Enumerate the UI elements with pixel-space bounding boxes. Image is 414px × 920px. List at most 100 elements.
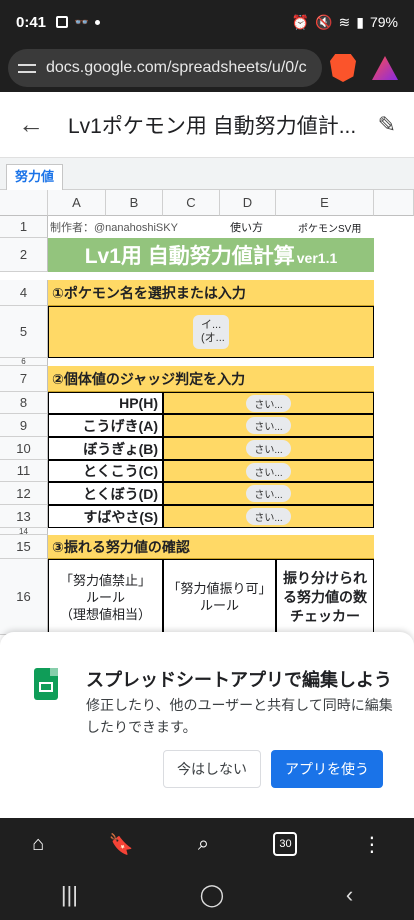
sheet-title-version: ver1.1 (296, 250, 338, 266)
battery-text: 79% (369, 14, 398, 30)
stat-value-sp-attack[interactable]: さい... (163, 460, 374, 482)
sheet-title: Lv1用 自動努力値計算 ver1.1 (48, 238, 374, 272)
sheets-app-icon (34, 668, 58, 700)
document-title: Lv1ポケモン用 自動努力値計... (68, 114, 357, 138)
stat-label-sp-defense: とくぼう(D) (48, 482, 163, 505)
row-header[interactable]: 9 (0, 414, 48, 437)
stat-value-defense[interactable]: さい... (163, 437, 374, 460)
ev-allowed-rule-box[interactable]: 「努力値振り可」 ルール (163, 559, 276, 635)
more-menu-icon[interactable]: ⋮ (362, 832, 382, 857)
row-header[interactable]: 15 (0, 535, 48, 559)
ev-checker-box[interactable]: 振り分けられる努力値の数チェッカー (276, 559, 374, 635)
url-text: docs.google.com/spreadsheets/u/0/c (46, 59, 307, 76)
version-label: ポケモンSV用 (298, 223, 362, 235)
notification-icons: 👓 (56, 15, 100, 29)
stat-label-defense: ぼうぎょ(B) (48, 437, 163, 460)
stat-value-speed[interactable]: さい... (163, 505, 374, 528)
browser-bottom-bar: ⌂ 🔖 ⌕ 30 ⋮ (0, 818, 414, 870)
browser-toolbar: docs.google.com/spreadsheets/u/0/c (0, 44, 414, 92)
col-header-d[interactable]: D (220, 190, 276, 216)
clock: 0:41 (16, 13, 47, 31)
pokemon-dropdown-chip[interactable]: イ...(オ... (193, 315, 229, 349)
status-bar: 0:41 👓 ⏰ 🔇 ≋ ▮ 79% (0, 0, 414, 44)
row-header[interactable]: 13 (0, 505, 48, 528)
tab-effort-values[interactable]: 努力値 (6, 164, 64, 190)
judge-dropdown-chip[interactable]: さい... (246, 440, 291, 457)
no-ev-rule-line1: 「努力値禁止」 (59, 572, 151, 588)
row-header[interactable]: 14 (0, 527, 48, 536)
col-header-c[interactable]: C (163, 190, 220, 216)
col-header-a[interactable]: A (48, 190, 106, 216)
spreadsheet-grid[interactable]: A B C D E 1 2 4 5 6 7 8 9 10 11 12 13 14… (0, 190, 414, 645)
step2-heading: ②個体値のジャッジ判定を入力 (48, 366, 374, 392)
edit-pencil-icon[interactable]: ✎ (378, 112, 396, 138)
no-ev-rule-line3: （理想値相当） (59, 606, 151, 622)
row-header[interactable]: 5 (0, 306, 48, 358)
wifi-icon: ≋ (338, 13, 351, 30)
signal-icon: ▮ (356, 13, 364, 30)
back-arrow-icon[interactable]: ← (18, 109, 50, 140)
recent-apps-icon[interactable]: ||| (61, 882, 78, 908)
banner-description: 修正したり、他のユーザーと共有して同時に編集したりできます。 (86, 697, 393, 735)
site-settings-icon[interactable] (18, 60, 36, 76)
judge-dropdown-chip[interactable]: さい... (246, 485, 291, 502)
alarm-icon: ⏰ (291, 13, 310, 30)
app-bar: ← Lv1ポケモン用 自動努力値計... ✎ (0, 92, 414, 158)
open-in-app-banner: スプレッドシートアプリで編集しよう 修正したり、他のユーザーと共有して同時に編集… (0, 632, 414, 818)
bookmark-icon[interactable]: 🔖 (109, 832, 134, 857)
judge-dropdown-chip[interactable]: さい... (246, 417, 291, 434)
ev-allowed-rule-line2: ルール (199, 598, 239, 613)
home-icon[interactable]: ⌂ (32, 833, 44, 856)
row-header[interactable]: 2 (0, 238, 48, 272)
author-cell[interactable]: 制作者：@nanahoshiSKY (50, 217, 200, 237)
step1-heading: ①ポケモン名を選択または入力 (48, 280, 374, 306)
ev-allowed-rule-line1: 「努力値振り可」 (167, 581, 272, 596)
url-field[interactable]: docs.google.com/spreadsheets/u/0/c (8, 49, 322, 87)
stat-label-hp: HP(H) (48, 392, 163, 414)
banner-title: スプレッドシートアプリで編集しよう (86, 670, 392, 690)
judge-dropdown-chip[interactable]: さい... (246, 508, 291, 525)
row-header[interactable]: 10 (0, 437, 48, 460)
system-navigation-bar: ||| ◯ ‹ (0, 870, 414, 920)
stat-value-hp[interactable]: さい... (163, 392, 374, 414)
tabs-button[interactable]: 30 (273, 832, 298, 856)
row-header[interactable]: 16 (0, 559, 48, 635)
corner-cell[interactable] (0, 190, 48, 216)
not-now-button[interactable]: 今はしない (163, 750, 261, 788)
row-header[interactable]: 6 (0, 357, 48, 366)
sheet-title-text: Lv1用 自動努力値計算 (84, 245, 295, 268)
col-header-f[interactable] (374, 190, 414, 216)
sheet-tabs: 努力値 (0, 158, 414, 190)
search-icon[interactable]: ⌕ (198, 833, 209, 856)
pokemon-select-cell[interactable]: イ...(オ... (48, 306, 374, 358)
dot-icon (94, 19, 100, 25)
row-header[interactable]: 8 (0, 392, 48, 414)
judge-dropdown-chip[interactable]: さい... (246, 394, 291, 412)
row-header[interactable]: 12 (0, 482, 48, 505)
brave-rewards-icon[interactable] (372, 56, 398, 80)
row-header[interactable]: 7 (0, 366, 48, 392)
back-icon[interactable]: ‹ (346, 882, 353, 908)
stat-label-attack: こうげき(A) (48, 414, 163, 437)
no-ev-rule-box[interactable]: 「努力値禁止」 ルール （理想値相当） (48, 559, 163, 635)
row-header[interactable]: 1 (0, 216, 48, 238)
row-header[interactable]: 11 (0, 460, 48, 482)
no-ev-rule-line2: ルール (85, 589, 125, 605)
brave-shields-icon[interactable] (330, 54, 356, 82)
stat-value-attack[interactable]: さい... (163, 414, 374, 437)
system-icons: ⏰ 🔇 ≋ ▮ 79% (292, 14, 398, 31)
col-header-b[interactable]: B (106, 190, 163, 216)
stat-value-sp-defense[interactable]: さい... (163, 482, 374, 505)
gallery-icon (56, 16, 69, 28)
glasses-icon: 👓 (74, 15, 89, 29)
home-circle-icon[interactable]: ◯ (200, 882, 225, 908)
judge-dropdown-chip[interactable]: さい... (246, 462, 291, 480)
stat-label-speed: すばやさ(S) (48, 505, 163, 528)
stat-label-sp-attack: とくこう(C) (48, 460, 163, 482)
usage-link[interactable]: 使い方 (230, 217, 280, 237)
use-app-button[interactable]: アプリを使う (271, 750, 383, 788)
col-header-e[interactable]: E (276, 190, 374, 216)
step3-heading: ③振れる努力値の確認 (48, 535, 374, 559)
mute-icon: 🔇 (315, 13, 333, 30)
row-header[interactable]: 4 (0, 280, 48, 306)
